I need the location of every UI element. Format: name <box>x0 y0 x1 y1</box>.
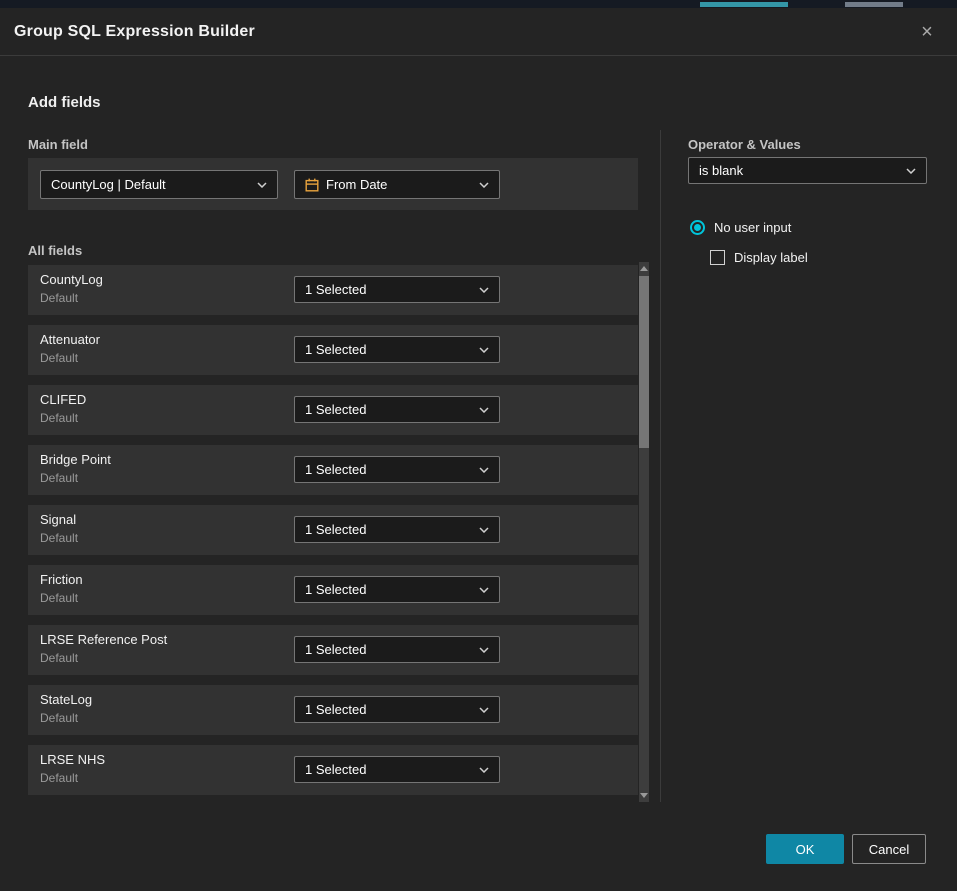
field-row: Bridge Point Default 1 Selected <box>28 445 638 495</box>
cancel-button[interactable]: Cancel <box>852 834 926 864</box>
ok-button[interactable]: OK <box>766 834 844 864</box>
no-user-input-radio[interactable]: No user input <box>690 220 791 235</box>
field-selection-select[interactable]: 1 Selected <box>294 456 500 483</box>
select-value: 1 Selected <box>305 402 366 417</box>
field-subtitle: Default <box>40 411 78 425</box>
field-subtitle: Default <box>40 771 78 785</box>
field-name: CountyLog <box>40 272 103 287</box>
field-selection-select[interactable]: 1 Selected <box>294 336 500 363</box>
operator-values-label: Operator & Values <box>688 137 801 152</box>
field-name: LRSE NHS <box>40 752 105 767</box>
group-sql-expression-builder-dialog: Group SQL Expression Builder × Add field… <box>0 8 957 891</box>
field-name: CLIFED <box>40 392 86 407</box>
field-selection-select[interactable]: 1 Selected <box>294 576 500 603</box>
main-field-date-select[interactable]: From Date <box>294 170 500 199</box>
main-field-panel: CountyLog | Default From Date <box>28 158 638 210</box>
select-value: From Date <box>326 177 387 192</box>
field-subtitle: Default <box>40 591 78 605</box>
chevron-down-icon <box>479 647 489 653</box>
chevron-down-icon <box>479 587 489 593</box>
chevron-down-icon <box>479 182 489 188</box>
checkbox-label: Display label <box>734 250 808 265</box>
background-page-fragment <box>845 2 903 7</box>
chevron-down-icon <box>906 168 916 174</box>
dialog-header: Group SQL Expression Builder × <box>0 8 957 56</box>
field-row: LRSE Reference Post Default 1 Selected <box>28 625 638 675</box>
select-value: CountyLog | Default <box>51 177 166 192</box>
field-name: StateLog <box>40 692 92 707</box>
field-name: Bridge Point <box>40 452 111 467</box>
chevron-down-icon <box>479 707 489 713</box>
chevron-down-icon <box>479 347 489 353</box>
field-selection-select[interactable]: 1 Selected <box>294 696 500 723</box>
panel-divider <box>660 130 661 802</box>
chevron-down-icon <box>479 287 489 293</box>
all-fields-label: All fields <box>28 243 82 258</box>
background-page-fragment <box>700 2 788 7</box>
field-row: LRSE NHS Default 1 Selected <box>28 745 638 795</box>
select-value: 1 Selected <box>305 582 366 597</box>
field-selection-select[interactable]: 1 Selected <box>294 516 500 543</box>
field-subtitle: Default <box>40 291 78 305</box>
field-subtitle: Default <box>40 351 78 365</box>
background-page-strip <box>0 0 957 8</box>
field-subtitle: Default <box>40 711 78 725</box>
field-subtitle: Default <box>40 471 78 485</box>
select-value: 1 Selected <box>305 642 366 657</box>
field-row: Friction Default 1 Selected <box>28 565 638 615</box>
select-value: 1 Selected <box>305 702 366 717</box>
list-scrollbar[interactable] <box>639 262 649 802</box>
field-selection-select[interactable]: 1 Selected <box>294 396 500 423</box>
field-row: CLIFED Default 1 Selected <box>28 385 638 435</box>
field-row: CountyLog Default 1 Selected <box>28 265 638 315</box>
display-label-checkbox[interactable]: Display label <box>710 250 808 265</box>
field-selection-select[interactable]: 1 Selected <box>294 276 500 303</box>
radio-selected-icon <box>690 220 705 235</box>
chevron-down-icon <box>479 767 489 773</box>
select-value: 1 Selected <box>305 462 366 477</box>
field-name: Friction <box>40 572 83 587</box>
chevron-down-icon <box>257 182 267 188</box>
close-icon[interactable]: × <box>911 16 943 48</box>
radio-label: No user input <box>714 220 791 235</box>
select-value: 1 Selected <box>305 342 366 357</box>
checkbox-unchecked-icon <box>710 250 725 265</box>
field-subtitle: Default <box>40 531 78 545</box>
field-name: Signal <box>40 512 76 527</box>
field-row: StateLog Default 1 Selected <box>28 685 638 735</box>
chevron-down-icon <box>479 527 489 533</box>
select-value: 1 Selected <box>305 522 366 537</box>
dialog-title: Group SQL Expression Builder <box>14 23 255 41</box>
field-selection-select[interactable]: 1 Selected <box>294 756 500 783</box>
field-row: Attenuator Default 1 Selected <box>28 325 638 375</box>
field-row: Signal Default 1 Selected <box>28 505 638 555</box>
field-name: Attenuator <box>40 332 100 347</box>
select-value: 1 Selected <box>305 282 366 297</box>
field-selection-select[interactable]: 1 Selected <box>294 636 500 663</box>
chevron-down-icon <box>479 407 489 413</box>
scrollbar-down-arrow-icon[interactable] <box>640 793 648 798</box>
chevron-down-icon <box>479 467 489 473</box>
add-fields-heading: Add fields <box>28 94 101 111</box>
main-field-label: Main field <box>28 137 88 152</box>
select-value: 1 Selected <box>305 762 366 777</box>
scrollbar-up-arrow-icon[interactable] <box>640 266 648 271</box>
calendar-icon <box>305 178 319 192</box>
main-field-source-select[interactable]: CountyLog | Default <box>40 170 278 199</box>
field-subtitle: Default <box>40 651 78 665</box>
operator-select[interactable]: is blank <box>688 157 927 184</box>
field-name: LRSE Reference Post <box>40 632 167 647</box>
scrollbar-thumb[interactable] <box>639 276 649 448</box>
select-value: is blank <box>699 163 743 178</box>
